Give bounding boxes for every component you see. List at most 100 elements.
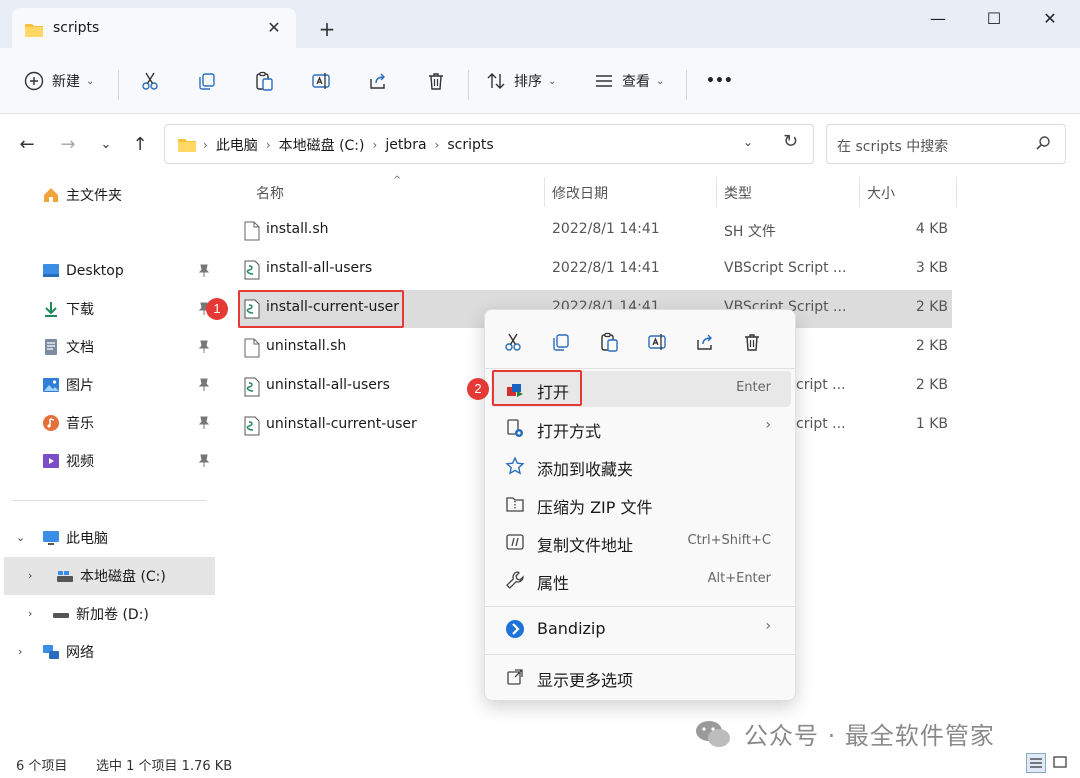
sidebar-item-pictures[interactable]: 图片 (0, 366, 216, 404)
divider (485, 606, 795, 607)
sidebar-item-videos[interactable]: 视频 (0, 442, 216, 480)
sidebar-item-home[interactable]: 主文件夹 (0, 176, 216, 214)
cut-button[interactable] (140, 66, 160, 96)
recent-locations-chevron-icon[interactable]: ⌄ (94, 133, 118, 157)
divider (468, 70, 469, 100)
new-button[interactable]: 新建 ⌄ (24, 66, 94, 96)
crumb-scripts[interactable]: scripts (441, 137, 499, 153)
ctx-delete-button[interactable] (738, 328, 766, 356)
tiles-view-toggle[interactable] (1052, 754, 1068, 774)
column-header-size[interactable]: 大小 (867, 183, 895, 203)
bandizip-icon (506, 620, 524, 638)
column-header-name[interactable]: 名称 (256, 183, 284, 203)
divider (716, 177, 717, 207)
file-size: 1 KB (915, 416, 948, 432)
search-icon (1036, 136, 1050, 150)
chevron-right-icon[interactable]: › (18, 645, 22, 658)
ctx-more-options[interactable]: 显示更多选项 (491, 659, 791, 695)
search-input[interactable]: 在 scripts 中搜索 (826, 124, 1066, 164)
ctx-label: 复制文件地址 (537, 536, 634, 555)
view-button[interactable]: 查看 ⌄ (594, 66, 664, 96)
sidebar-item-this-pc[interactable]: ⌄ 此电脑 (0, 519, 216, 557)
ctx-cut-button[interactable] (499, 328, 527, 356)
address-dropdown-icon[interactable]: ⌄ (743, 135, 753, 149)
ctx-share-button[interactable] (691, 328, 719, 356)
chevron-down-icon[interactable]: ⌄ (16, 531, 25, 544)
ctx-copy-button[interactable] (547, 328, 575, 356)
details-view-toggle[interactable] (1026, 753, 1046, 773)
chevron-right-icon: › (372, 138, 378, 152)
ctx-properties[interactable]: 属性 Alt+Enter (491, 562, 791, 598)
clipboard-icon (601, 332, 618, 352)
paste-button[interactable] (254, 66, 274, 96)
share-button[interactable] (368, 66, 388, 96)
file-row[interactable]: install.sh 2022/8/1 14:41 SH 文件 4 KB (238, 212, 952, 250)
sidebar-item-label: 下载 (66, 302, 94, 318)
column-header-type[interactable]: 类型 (724, 183, 752, 203)
copy-button[interactable] (197, 66, 217, 96)
sidebar-item-label: Desktop (66, 263, 124, 279)
refresh-icon[interactable]: ↻ (783, 131, 798, 152)
maximize-button[interactable]: ☐ (972, 4, 1016, 34)
ctx-copy-path[interactable]: 复制文件地址 Ctrl+Shift+C (491, 524, 791, 560)
chevron-right-icon[interactable]: › (28, 569, 32, 582)
ctx-bandizip[interactable]: Bandizip › (491, 611, 791, 647)
ctx-label: 打开方式 (537, 422, 602, 441)
highlight-box-open (492, 370, 582, 406)
file-name: uninstall.sh (266, 338, 347, 354)
crumb-jetbra[interactable]: jetbra (379, 137, 432, 153)
address-bar[interactable]: › 此电脑 › 本地磁盘 (C:) › jetbra › scripts ⌄ ↻ (164, 124, 814, 164)
chevron-right-icon: › (203, 138, 208, 152)
sidebar-item-documents[interactable]: 文档 (0, 328, 216, 366)
chevron-right-icon[interactable]: › (28, 607, 32, 620)
ctx-rename-button[interactable] (643, 328, 671, 356)
trash-icon (429, 73, 443, 90)
sort-button[interactable]: 排序 ⌄ (486, 66, 556, 96)
script-file-icon (244, 377, 260, 397)
divider (956, 177, 957, 207)
ctx-compress-zip[interactable]: 压缩为 ZIP 文件 (491, 486, 791, 522)
file-name: install.sh (266, 221, 329, 237)
delete-button[interactable] (426, 66, 446, 96)
title-bar: scripts ✕ + — ☐ ✕ (0, 0, 1080, 50)
crumb-this-pc[interactable]: 此电脑 (210, 135, 264, 155)
file-type: cript ... (796, 377, 846, 393)
scissors-icon (142, 72, 158, 90)
new-tab-button[interactable]: + (316, 18, 338, 40)
tab-title: scripts (53, 20, 100, 36)
document-icon (45, 339, 57, 355)
minimize-button[interactable]: — (916, 4, 960, 34)
up-arrow-icon[interactable]: ↑ (128, 133, 152, 157)
close-tab-button[interactable]: ✕ (264, 18, 284, 38)
sidebar-item-network[interactable]: › 网络 (0, 633, 216, 671)
sidebar-item-drive-c[interactable]: › 本地磁盘 (C:) (4, 557, 215, 595)
plus-circle-icon (24, 71, 44, 91)
sidebar-item-drive-d[interactable]: › 新加卷 (D:) (0, 595, 216, 633)
back-arrow-icon[interactable]: ← (15, 133, 39, 157)
pin-icon (198, 340, 210, 358)
ctx-shortcut: Ctrl+Shift+C (687, 533, 771, 548)
forward-arrow-icon[interactable]: → (56, 133, 80, 157)
sidebar-item-label: 音乐 (66, 416, 94, 432)
file-row[interactable]: install-all-users 2022/8/1 14:41 VBScrip… (238, 251, 952, 289)
column-header-date[interactable]: 修改日期 (552, 183, 608, 203)
ctx-open-with[interactable]: 打开方式 › (491, 410, 791, 446)
drive-icon (53, 613, 69, 618)
sidebar-item-downloads[interactable]: 下载 (0, 290, 216, 328)
file-size: 4 KB (915, 221, 948, 237)
ctx-paste-button[interactable] (595, 328, 623, 356)
status-bar: 6 个项目 选中 1 个项目 1.76 KB (0, 750, 1080, 778)
rename-button[interactable] (311, 66, 331, 96)
close-window-button[interactable]: ✕ (1028, 4, 1072, 34)
music-icon (43, 415, 59, 431)
share-icon (697, 334, 712, 350)
ctx-add-favorites[interactable]: 添加到收藏夹 (491, 448, 791, 484)
list-view-icon (596, 75, 612, 87)
file-icon (244, 221, 260, 241)
more-options-button[interactable]: ••• (706, 66, 733, 96)
sidebar-item-desktop[interactable]: Desktop (0, 252, 216, 290)
new-label: 新建 (52, 74, 80, 90)
crumb-drive-c[interactable]: 本地磁盘 (C:) (273, 135, 371, 155)
sidebar-item-music[interactable]: 音乐 (0, 404, 216, 442)
tab-scripts[interactable]: scripts ✕ (12, 8, 296, 50)
